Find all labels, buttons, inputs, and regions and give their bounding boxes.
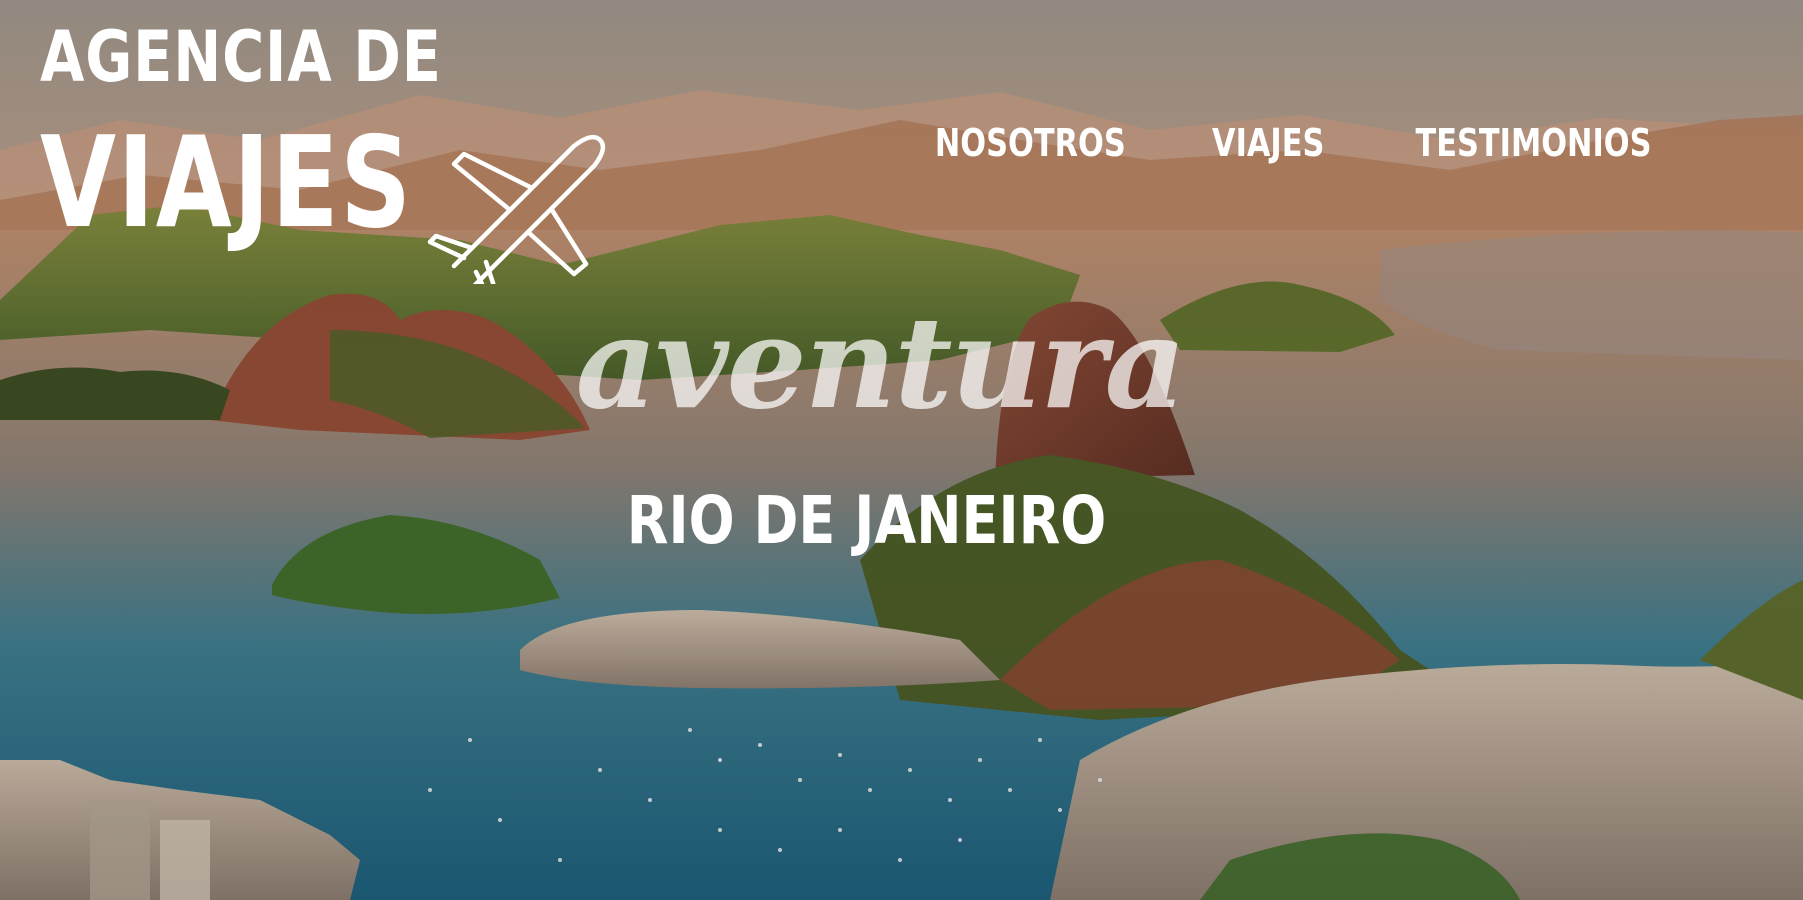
nav-item-nosotros[interactable]: NOSOTROS [935,121,1126,165]
nav-item-testimonios[interactable]: TESTIMONIOS [1415,121,1651,165]
hero-tagline: aventura [575,289,1186,437]
main-nav: NOSOTROS VIAJES TESTIMONIOS [911,118,1681,168]
nav-item-viajes[interactable]: VIAJES [1212,121,1324,165]
airplane-icon [427,134,606,284]
brand-logo[interactable]: AGENCIA DE VIAJES [40,16,606,284]
brand-line1: AGENCIA DE [40,16,442,98]
brand-line2: VIAJES [40,109,413,256]
hero-city-title: RIO DE JANEIRO [626,482,1107,559]
